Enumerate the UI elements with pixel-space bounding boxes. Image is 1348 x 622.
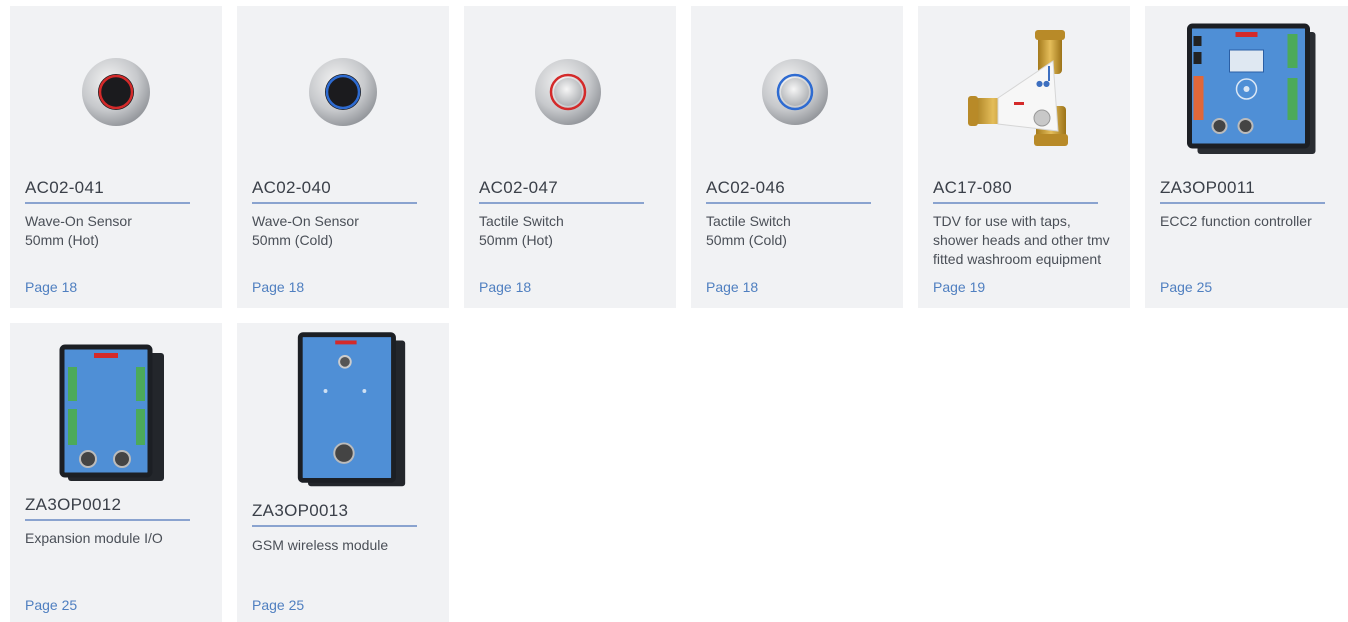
description-line: Expansion module I/O	[25, 530, 163, 546]
product-description: ECC2 function controller	[1160, 212, 1348, 231]
divider	[25, 519, 190, 521]
product-card: AC02-046 Tactile Switch 50mm (Cold) Page…	[691, 6, 903, 308]
divider	[479, 202, 644, 204]
product-card: AC02-041 Wave-On Sensor 50mm (Hot) Page …	[10, 6, 222, 308]
description-line: 50mm (Cold)	[252, 232, 333, 248]
page-link[interactable]: Page 18	[252, 279, 304, 295]
product-card: ZA3OP0012 Expansion module I/O Page 25	[10, 323, 222, 622]
product-card: AC02-040 Wave-On Sensor 50mm (Cold) Page…	[237, 6, 449, 308]
product-card: ZA3OP0011 ECC2 function controller Page …	[1145, 6, 1348, 308]
description-line: GSM wireless module	[252, 537, 389, 553]
page-link[interactable]: Page 25	[1160, 279, 1212, 295]
description-line: TDV for use with taps,	[933, 213, 1071, 229]
wave-on-sensor-hot-icon	[82, 58, 150, 126]
product-code: AC02-046	[706, 178, 785, 197]
product-code: ZA3OP0011	[1160, 178, 1255, 197]
divider	[706, 202, 871, 204]
page-link[interactable]: Page 18	[25, 279, 77, 295]
divider	[25, 202, 190, 204]
page-link[interactable]: Page 25	[25, 597, 77, 613]
description-line: Wave-On Sensor	[25, 213, 132, 229]
product-code: AC02-047	[479, 178, 558, 197]
divider	[252, 202, 417, 204]
divider	[933, 202, 1098, 204]
gsm-module-icon	[297, 332, 406, 487]
product-code: ZA3OP0013	[252, 501, 349, 520]
description-line: 50mm (Cold)	[706, 232, 787, 248]
product-description: Tactile Switch 50mm (Hot)	[479, 212, 669, 250]
page-link[interactable]: Page 18	[479, 279, 531, 295]
page-link[interactable]: Page 25	[252, 597, 304, 613]
divider	[1160, 202, 1325, 204]
description-line: Tactile Switch	[479, 213, 564, 229]
product-code: AC02-040	[252, 178, 331, 197]
thermal-disinfection-valve-icon: ●●	[968, 30, 1068, 146]
expansion-module-icon	[59, 344, 164, 481]
description-line: shower heads and other tmv	[933, 232, 1110, 248]
product-description: TDV for use with taps, shower heads and …	[933, 212, 1123, 269]
product-description: Wave-On Sensor 50mm (Cold)	[252, 212, 442, 250]
product-description: Tactile Switch 50mm (Cold)	[706, 212, 896, 250]
product-card: AC02-047 Tactile Switch 50mm (Hot) Page …	[464, 6, 676, 308]
description-line: ECC2 function controller	[1160, 213, 1312, 229]
description-line: Wave-On Sensor	[252, 213, 359, 229]
product-description: Wave-On Sensor 50mm (Hot)	[25, 212, 215, 250]
page-link[interactable]: Page 19	[933, 279, 985, 295]
svg-text:●●: ●●	[1036, 79, 1050, 88]
divider	[252, 525, 417, 527]
wave-on-sensor-cold-icon	[309, 58, 377, 126]
description-line: fitted washroom equipment	[933, 251, 1102, 267]
product-code: ZA3OP0012	[25, 495, 122, 514]
page-link[interactable]: Page 18	[706, 279, 758, 295]
tactile-switch-cold-icon	[762, 59, 828, 125]
description-line: 50mm (Hot)	[479, 232, 553, 248]
product-description: Expansion module I/O	[25, 529, 215, 548]
tactile-switch-hot-icon	[535, 59, 601, 125]
product-code: AC17-080	[933, 178, 1012, 197]
product-card: ●● AC17-080 TDV for use with taps, showe…	[918, 6, 1130, 308]
ecc2-controller-icon	[1187, 23, 1316, 154]
product-card: ZA3OP0013 GSM wireless module Page 25	[237, 323, 449, 622]
description-line: Tactile Switch	[706, 213, 791, 229]
description-line: 50mm (Hot)	[25, 232, 99, 248]
product-description: GSM wireless module	[252, 536, 442, 555]
product-code: AC02-041	[25, 178, 104, 197]
